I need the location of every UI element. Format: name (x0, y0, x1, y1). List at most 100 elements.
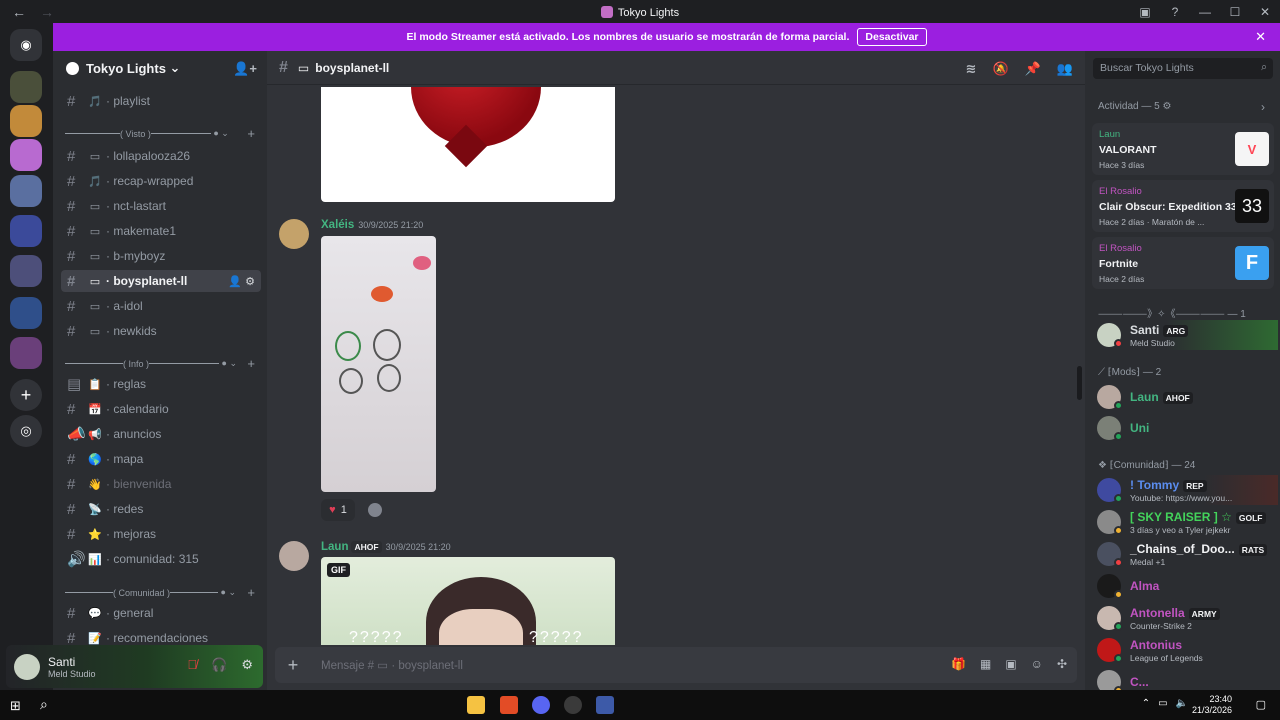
add-server-icon[interactable]: + (10, 379, 42, 411)
file-explorer-icon[interactable] (467, 696, 485, 714)
chevron-up-icon[interactable]: ⌃ (1142, 698, 1150, 709)
message-composer[interactable]: + Mensaje # ▭ · boysplanet-ll 🎁 ▦ ▣ ☺ ✣ (275, 647, 1077, 683)
server-folder-5[interactable] (10, 337, 42, 369)
discover-icon[interactable]: ◎ (10, 415, 42, 447)
activity-card-valorant[interactable]: Laun VALORANT Hace 3 días V (1092, 123, 1274, 175)
avatar[interactable] (279, 219, 309, 249)
channel-mapa[interactable]: # 🌎 · mapa (61, 448, 261, 470)
reaction-heart[interactable]: ♥ 1 (321, 499, 355, 521)
add-channel-icon[interactable]: + (247, 126, 255, 141)
add-channel-icon[interactable]: + (247, 356, 255, 371)
channel-b-myboyz[interactable]: # ▭ · b-myboyz (61, 245, 261, 267)
members-icon[interactable]: 👥 (1057, 61, 1073, 77)
member-antonius[interactable]: Antonius League of Legends (1092, 635, 1278, 665)
member-laun[interactable]: Laun AHOF (1092, 382, 1278, 412)
headphones-icon[interactable]: 🎧 (211, 657, 227, 673)
server-icon-1[interactable] (10, 71, 42, 103)
member-tommy[interactable]: ! Tommy REP Youtube: https://www.you... (1092, 475, 1278, 505)
guild-header[interactable]: Tokyo Lights ⌄ 👤+ (53, 51, 267, 85)
channel-newkids[interactable]: # ▭ · newkids (61, 320, 261, 342)
channel-reglas[interactable]: ▤ 📋 · reglas (61, 373, 261, 395)
chat-scrollbar[interactable] (1077, 366, 1082, 400)
channel-recomendaciones[interactable]: # 📝 · recomendaciones (61, 627, 261, 646)
channel-boysplanet-ll[interactable]: # ▭ · boysplanet-ll 👤 ⚙ (61, 270, 261, 292)
channel-a-idol[interactable]: # ▭ · a-idol (61, 295, 261, 317)
notifications-off-icon[interactable]: 🔕 (992, 61, 1008, 77)
avatar[interactable] (14, 653, 40, 680)
server-folder-3[interactable] (10, 255, 42, 287)
member-antonella[interactable]: Antonella ARMY Counter-Strike 2 (1092, 603, 1278, 633)
category-visto[interactable]: ( Visto ) ● ⌄ + (65, 126, 261, 141)
apps-icon[interactable]: ✣ (1057, 657, 1067, 671)
channel-playlist[interactable]: # 🎵 · playlist (61, 90, 261, 112)
channel-recap-wrapped[interactable]: # 🎵 · recap-wrapped (61, 170, 261, 192)
gif-attachment[interactable]: GIF ????? ????? (321, 557, 615, 645)
add-reaction-icon[interactable] (368, 503, 382, 517)
inbox-icon[interactable]: ▣ (1130, 5, 1160, 19)
channel-comunidad-315[interactable]: 🔊 📊 · comunidad: 315 (61, 548, 261, 570)
gear-icon[interactable]: ⚙ (245, 276, 255, 288)
invite-people-icon[interactable]: 👤+ (233, 61, 257, 77)
emoji-icon[interactable]: ☺ (1031, 657, 1043, 671)
member-alma[interactable]: Alma (1092, 571, 1278, 601)
heart-image-attachment[interactable] (321, 87, 615, 202)
threads-icon[interactable]: ≋ (966, 61, 977, 77)
server-folder-1[interactable] (10, 175, 42, 207)
channel-nct-lastart[interactable]: # ▭ · nct-lastart (61, 195, 261, 217)
minimize-icon[interactable]: — (1190, 5, 1220, 19)
activity-card-expedition33[interactable]: El Rosalio Clair Obscur: Expedition 33 H… (1092, 180, 1274, 232)
chevron-right-icon[interactable]: › (1261, 100, 1265, 114)
discord-icon[interactable] (532, 696, 550, 714)
app-icon[interactable] (596, 696, 614, 714)
message-author[interactable]: Laun (321, 541, 348, 553)
attach-plus-icon[interactable]: + (275, 655, 311, 676)
member-chains-of-doom[interactable]: _Chains_of_Doo... RATS Medal +1 (1092, 539, 1278, 569)
channel-calendario[interactable]: # 📅 · calendario (61, 398, 261, 420)
search-input[interactable]: Buscar Tokyo Lights ⌕ (1093, 58, 1273, 79)
member-uni[interactable]: Uni (1092, 413, 1278, 443)
brave-browser-icon[interactable] (500, 696, 518, 714)
forward-arrow-icon[interactable]: → (40, 4, 54, 20)
disable-streamer-button[interactable]: Desactivar (857, 28, 927, 46)
drawing-image-attachment[interactable] (321, 236, 436, 492)
add-channel-icon[interactable]: + (247, 585, 255, 600)
invite-icon[interactable]: 👤 (228, 276, 242, 288)
avatar[interactable] (279, 541, 309, 571)
channel-anuncios[interactable]: 📣 📢 · anuncios (61, 423, 261, 445)
sticker-icon[interactable]: ▣ (1005, 657, 1016, 671)
gear-icon[interactable]: ⚙ (241, 657, 253, 673)
notification-icon[interactable]: ▢ (1256, 698, 1266, 711)
obs-icon[interactable] (564, 696, 582, 714)
composer-placeholder[interactable]: Mensaje # ▭ · boysplanet-ll (321, 658, 463, 672)
server-folder-4[interactable] (10, 297, 42, 329)
server-icon-tokyo-lights[interactable] (10, 139, 42, 171)
search-icon[interactable]: ⌕ (40, 696, 48, 713)
network-icon[interactable]: ▭ (1158, 698, 1167, 709)
maximize-icon[interactable]: ☐ (1220, 5, 1250, 19)
help-icon[interactable]: ? (1160, 5, 1190, 19)
back-arrow-icon[interactable]: ← (12, 4, 26, 20)
channel-mejoras[interactable]: # ⭐ · mejoras (61, 523, 261, 545)
gift-icon[interactable]: 🎁 (951, 657, 966, 671)
channel-makemate1[interactable]: # ▭ · makemate1 (61, 220, 261, 242)
member-sky-raiser[interactable]: [ SKY RAISER ] ☆ GOLF 3 días y veo a Tyle… (1092, 507, 1278, 537)
channel-redes[interactable]: # 📡 · redes (61, 498, 261, 520)
activity-card-fortnite[interactable]: El Rosalio Fortnite Hace 2 días F (1092, 237, 1274, 289)
message-author[interactable]: Xaléis (321, 219, 354, 231)
channel-general[interactable]: # 💬 · general (61, 602, 261, 624)
close-window-icon[interactable]: ✕ (1250, 5, 1280, 19)
channel-bienvenida[interactable]: # 👋 · bienvenida (61, 473, 261, 495)
member-c[interactable]: C... (1092, 667, 1278, 690)
volume-icon[interactable]: 🔈 (1176, 698, 1188, 709)
windows-start-icon[interactable]: ⊞ (10, 698, 21, 714)
mute-mic-icon[interactable]: 🎙̸ (187, 657, 197, 673)
discord-home-icon[interactable]: ◉ (10, 29, 42, 61)
channel-lollapalooza26[interactable]: # ▭ · lollapalooza26 (61, 145, 261, 167)
server-icon-2[interactable] (10, 105, 42, 137)
category-info[interactable]: ( Info ) ● ⌄ + (65, 356, 261, 371)
clock[interactable]: 23:40 21/3/2026 (1192, 694, 1232, 716)
gif-icon[interactable]: ▦ (980, 657, 991, 671)
member-santi[interactable]: Santi ARG Meld Studio (1092, 320, 1278, 350)
close-icon[interactable]: ✕ (1255, 29, 1266, 45)
pin-icon[interactable]: 📌 (1025, 61, 1041, 77)
